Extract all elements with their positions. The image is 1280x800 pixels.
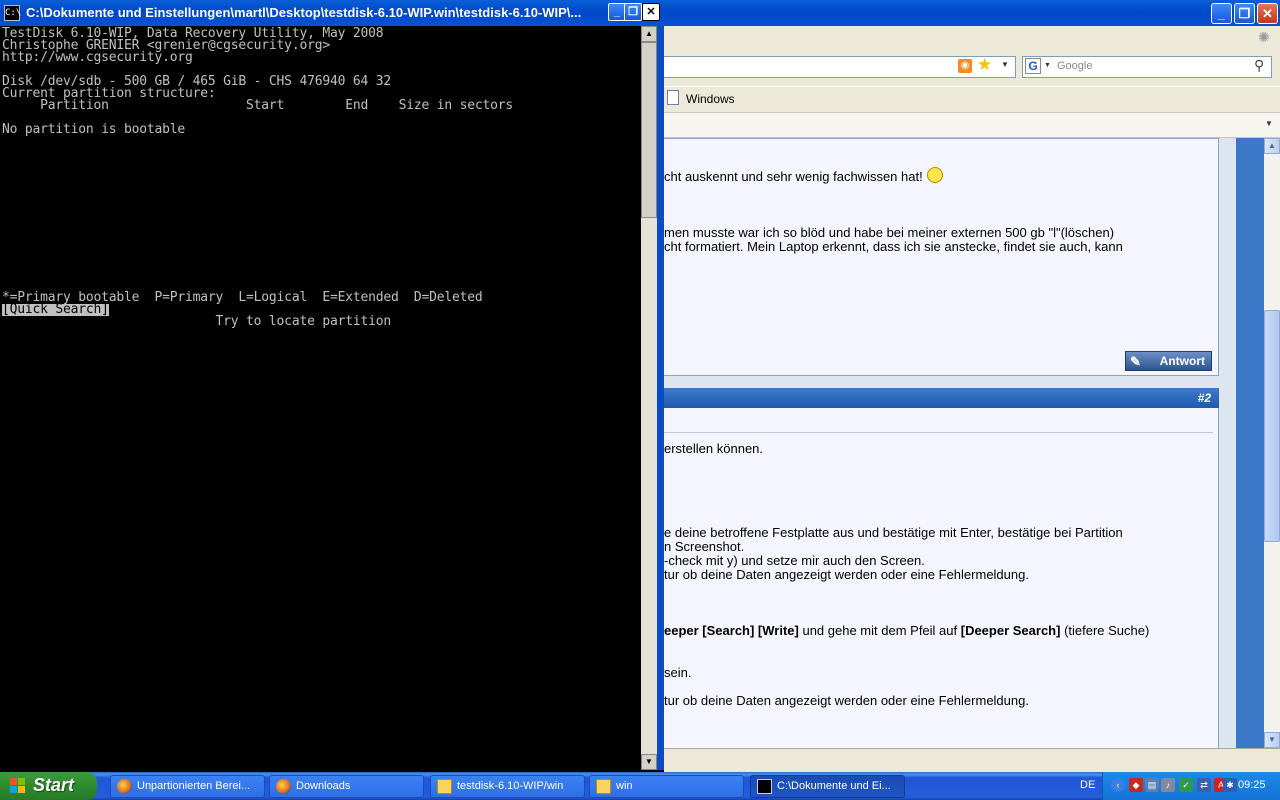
console-titlebar[interactable]: C:\ C:\Dokumente und Einstellungen\martl… [0, 0, 664, 26]
console-scroll-up-icon[interactable]: ▲ [641, 26, 657, 42]
terminal-line: Try to locate partition [2, 314, 392, 329]
scroll-down-icon[interactable]: ▼ [1264, 732, 1280, 748]
taskbar-item-firefox-2[interactable]: Downloads [269, 775, 424, 798]
taskbar-item-folder-2[interactable]: win [589, 775, 744, 798]
reply-label: Antwort [1159, 354, 1205, 368]
post-text-line: sein. [664, 665, 692, 680]
taskbar-item-label: C:\Dokumente und Ei... [777, 780, 891, 792]
reply-button[interactable]: ✎ Antwort [1125, 351, 1212, 371]
browser-minimize-button[interactable]: _ [1211, 3, 1232, 24]
security-icon[interactable]: ✓ [1179, 778, 1193, 792]
start-label: Start [33, 775, 75, 795]
start-button[interactable]: Start [0, 772, 97, 800]
search-placeholder: Google [1057, 60, 1093, 72]
engine-dropdown-icon[interactable]: ▼ [1044, 62, 1051, 69]
cmd-icon[interactable]: C:\ [4, 5, 21, 21]
bluetooth-icon[interactable]: ✱ [1223, 778, 1237, 792]
page-icon [667, 90, 679, 105]
console-scrollbar[interactable]: ▲ ▼ [641, 26, 657, 770]
rss-feed-icon[interactable]: ◉ [958, 59, 972, 73]
google-engine-icon[interactable]: G [1025, 58, 1041, 74]
throbber-icon: ✺ [1258, 29, 1270, 45]
console-window-border [657, 26, 664, 770]
browser-scrollbar[interactable]: ▲ ▼ [1264, 138, 1280, 748]
console-screen[interactable]: TestDisk 6.10-WIP, Data Recovery Utility… [0, 26, 641, 770]
post-text-line: e deine betroffene Festplatte aus und be… [664, 525, 1123, 540]
console-maximize-button[interactable]: ❐ [624, 3, 642, 21]
network-icon[interactable]: ▤ [1145, 778, 1159, 792]
clock: 09:25 [1238, 779, 1266, 791]
bookmark-star-icon[interactable]: ★ [977, 55, 992, 75]
post-text-line: n Screenshot. [664, 539, 745, 554]
firefox-icon [276, 779, 291, 794]
post-text-line: tur ob deine Daten angezeigt werden oder… [664, 693, 1029, 708]
taskbar-item-label: Unpartionierten Berei... [137, 780, 251, 792]
console-title: C:\Dokumente und Einstellungen\martl\Des… [26, 5, 582, 20]
browser-maximize-button[interactable]: ❐ [1234, 3, 1255, 24]
post-text-line: cht auskennt und sehr wenig fachwissen h… [664, 167, 943, 184]
tab-list-dropdown-icon[interactable]: ▼ [1265, 119, 1273, 128]
console-window: C:\ C:\Dokumente und Einstellungen\martl… [0, 0, 664, 772]
taskbar: Start Unpartionierten Berei... Downloads… [0, 772, 1280, 800]
terminal-line: http://www.cgsecurity.org [2, 50, 193, 65]
post-text-line: men musste war ich so blöd und habe bei … [664, 225, 1115, 240]
console-scroll-down-icon[interactable]: ▼ [641, 754, 657, 770]
post-text-line: -check mit y) und setze mir auch den Scr… [664, 553, 925, 568]
console-scroll-thumb[interactable] [641, 42, 657, 218]
scroll-up-icon[interactable]: ▲ [1264, 138, 1280, 154]
windows-logo-icon [10, 778, 26, 794]
tray-expand-icon[interactable]: ‹ [1111, 778, 1125, 792]
taskbar-item-folder-1[interactable]: testdisk-6.10-WIP/win [430, 775, 585, 798]
language-indicator[interactable]: DE [1080, 779, 1095, 791]
taskbar-item-label: win [616, 780, 633, 792]
post-text-line: erstellen können. [664, 441, 764, 456]
taskbar-item-firefox-1[interactable]: Unpartionierten Berei... [110, 775, 265, 798]
post-number[interactable]: #2 [1198, 391, 1211, 405]
taskbar-item-label: testdisk-6.10-WIP/win [457, 780, 564, 792]
post-text-line: tur ob deine Daten angezeigt werden oder… [664, 567, 1029, 582]
scroll-thumb[interactable] [1264, 310, 1280, 542]
terminal-line: Partition Start End Size in sectors [2, 98, 513, 113]
safely-remove-icon[interactable]: ⇄ [1197, 778, 1211, 792]
pencil-icon: ✎ [1130, 354, 1141, 369]
search-icon[interactable]: ⚲ [1254, 57, 1264, 74]
shield-icon[interactable]: ◆ [1129, 778, 1143, 792]
post-text-line: eeper [Search] [Write] und gehe mit dem … [664, 623, 1150, 638]
console-close-button[interactable]: ✕ [642, 3, 660, 21]
cmd-icon [757, 779, 772, 794]
terminal-line: No partition is bootable [2, 122, 186, 137]
browser-close-button[interactable]: ✕ [1257, 3, 1278, 24]
post-text-line: cht formatiert. Mein Laptop erkennt, das… [664, 239, 1123, 254]
bookmark-windows[interactable]: Windows [686, 92, 735, 106]
taskbar-item-label: Downloads [296, 780, 351, 792]
folder-icon [437, 779, 452, 794]
firefox-icon [117, 779, 132, 794]
page-side-border [1236, 138, 1264, 748]
volume-icon[interactable]: ♪ [1161, 778, 1175, 792]
taskbar-item-console[interactable]: C:\Dokumente und Ei... [750, 775, 905, 798]
smiley-icon [926, 167, 943, 183]
url-dropdown-icon[interactable]: ▼ [1001, 60, 1009, 69]
folder-icon [596, 779, 611, 794]
